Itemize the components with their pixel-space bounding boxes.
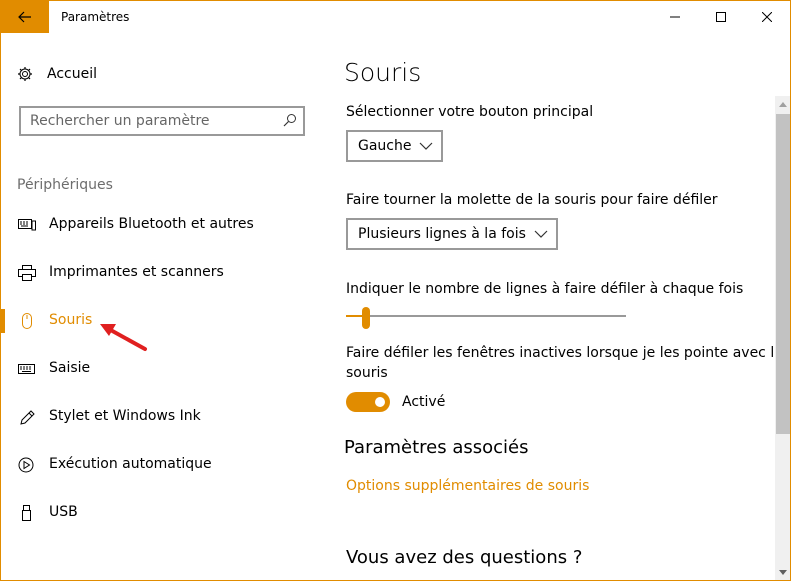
close-icon xyxy=(762,12,772,22)
sidebar-item-label: Appareils Bluetooth et autres xyxy=(49,216,254,232)
sidebar-item-bluetooth[interactable]: Appareils Bluetooth et autres xyxy=(1,205,321,245)
wheel-dropdown[interactable]: Plusieurs lignes à la fois xyxy=(346,218,558,250)
inactive-scroll-label-line2: souris xyxy=(346,365,388,381)
title-bar: Paramètres xyxy=(1,1,790,33)
sidebar-item-mouse[interactable]: Souris xyxy=(1,301,321,341)
home-label: Accueil xyxy=(47,66,97,82)
chevron-down-icon xyxy=(534,230,548,238)
toggle-state-label: Activé xyxy=(402,394,446,410)
autoplay-icon xyxy=(18,457,34,473)
mouse-icon xyxy=(22,313,32,329)
minimize-button[interactable] xyxy=(652,1,698,33)
gear-icon xyxy=(18,67,32,81)
usb-icon xyxy=(22,505,31,521)
bluetooth-devices-icon xyxy=(18,219,36,231)
sidebar-item-autoplay[interactable]: Exécution automatique xyxy=(1,445,321,485)
sidebar-item-usb[interactable]: USB xyxy=(1,493,321,533)
active-indicator xyxy=(1,309,5,333)
scrollbar[interactable] xyxy=(775,96,790,580)
sidebar-item-label: Souris xyxy=(49,312,93,328)
search-icon[interactable] xyxy=(283,113,297,127)
related-settings-heading: Paramètres associés xyxy=(344,437,529,458)
chevron-down-icon xyxy=(420,142,433,150)
maximize-button[interactable] xyxy=(698,1,744,33)
scroll-down-button[interactable] xyxy=(775,564,790,580)
minimize-icon xyxy=(670,16,680,18)
sidebar-item-typing[interactable]: Saisie xyxy=(1,349,321,389)
primary-button-label: Sélectionner votre bouton principal xyxy=(346,104,594,120)
back-arrow-icon xyxy=(18,11,31,23)
primary-button-value: Gauche xyxy=(358,138,412,154)
red-arrow-annotation xyxy=(100,324,147,351)
sidebar-item-label: Imprimantes et scanners xyxy=(49,264,224,280)
printer-icon xyxy=(18,265,36,281)
sidebar-item-pen[interactable]: Stylet et Windows Ink xyxy=(1,397,321,437)
wheel-value: Plusieurs lignes à la fois xyxy=(358,226,526,242)
toggle-knob xyxy=(375,397,385,407)
pen-icon xyxy=(20,410,35,425)
app-title: Paramètres xyxy=(61,10,130,24)
keyboard-icon xyxy=(18,364,35,374)
inactive-scroll-label-line1: Faire défiler les fenêtres inactives lor… xyxy=(346,345,783,361)
page-title: Souris xyxy=(344,58,422,87)
scroll-up-button[interactable] xyxy=(775,96,790,112)
scroll-up-arrow-icon xyxy=(779,101,787,107)
home-link[interactable]: Accueil xyxy=(17,63,97,85)
sidebar-item-label: Saisie xyxy=(49,360,91,376)
back-button[interactable] xyxy=(1,1,49,33)
search-box[interactable] xyxy=(19,106,305,136)
settings-window: Paramètres Accueil Périphériques xyxy=(0,0,791,581)
questions-heading: Vous avez des questions ? xyxy=(346,547,583,568)
inactive-scroll-toggle[interactable] xyxy=(346,392,390,412)
lines-slider-fill xyxy=(346,315,363,317)
search-input[interactable] xyxy=(21,108,271,134)
sidebar-item-label: USB xyxy=(49,504,78,520)
section-heading: Périphériques xyxy=(17,177,113,193)
lines-slider-thumb[interactable] xyxy=(362,307,371,329)
additional-mouse-options-link[interactable]: Options supplémentaires de souris xyxy=(346,478,589,494)
close-button[interactable] xyxy=(744,1,790,33)
maximize-icon xyxy=(716,12,726,22)
sidebar-item-label: Exécution automatique xyxy=(49,456,212,472)
sidebar-item-label: Stylet et Windows Ink xyxy=(49,408,201,424)
scrollbar-thumb[interactable] xyxy=(776,114,790,434)
lines-slider-track[interactable] xyxy=(346,315,626,317)
sidebar-item-printers[interactable]: Imprimantes et scanners xyxy=(1,253,321,293)
primary-button-dropdown[interactable]: Gauche xyxy=(346,130,444,162)
wheel-label: Faire tourner la molette de la souris po… xyxy=(346,192,718,208)
lines-label: Indiquer le nombre de lignes à faire déf… xyxy=(346,281,744,297)
scroll-down-arrow-icon xyxy=(779,569,787,575)
